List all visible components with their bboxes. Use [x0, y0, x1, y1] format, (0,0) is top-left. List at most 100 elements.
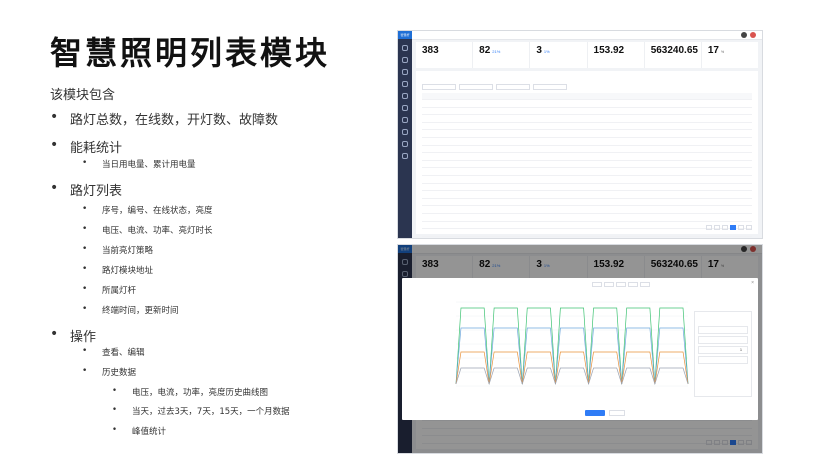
gear-icon[interactable] [402, 69, 408, 75]
bulb-icon[interactable] [402, 117, 408, 123]
device-list-item[interactable] [406, 337, 440, 347]
table-row[interactable] [422, 167, 752, 176]
table-row[interactable] [422, 175, 752, 184]
table-cell [642, 99, 664, 108]
peak-row[interactable] [698, 326, 748, 334]
table-cell [686, 183, 708, 192]
table-row[interactable] [422, 122, 752, 131]
table-cell [620, 236, 642, 238]
home-icon[interactable] [402, 129, 408, 135]
device-list-item[interactable] [406, 347, 440, 357]
table-cell [576, 160, 598, 169]
table-row[interactable] [422, 236, 752, 238]
range-button[interactable] [604, 282, 614, 287]
table-cell [708, 129, 730, 138]
table-cell [444, 175, 466, 184]
range-button[interactable] [592, 282, 602, 287]
outline-text: 操作 [70, 330, 97, 345]
menu-icon[interactable] [402, 45, 408, 51]
table-cell [532, 160, 554, 169]
table-cell [532, 167, 554, 176]
range-button[interactable] [628, 282, 638, 287]
table-cell [730, 213, 752, 222]
filter-select-3[interactable] [496, 84, 530, 90]
chart-icon[interactable] [402, 153, 408, 159]
device-list-item[interactable] [406, 299, 440, 309]
outline-text: 路灯列表 [70, 184, 123, 199]
user-avatar[interactable] [741, 32, 747, 38]
table-row[interactable] [422, 228, 752, 237]
table-row[interactable] [422, 190, 752, 199]
device-list-item[interactable] [406, 309, 440, 319]
table-cell [554, 205, 576, 214]
device-list-item[interactable] [406, 356, 440, 366]
table-cell [466, 152, 488, 161]
table-cell [686, 160, 708, 169]
page-button[interactable] [722, 225, 728, 230]
table-cell [620, 160, 642, 169]
table-row[interactable] [422, 137, 752, 146]
table-row[interactable] [422, 114, 752, 123]
device-list-item[interactable] [406, 375, 440, 385]
table-cell [642, 221, 664, 230]
table-cell [510, 183, 532, 192]
filter-select-2[interactable] [459, 84, 493, 90]
table-cell [620, 205, 642, 214]
table-cell [708, 160, 730, 169]
table-cell [422, 99, 444, 108]
monitor-icon[interactable] [402, 93, 408, 99]
table-row[interactable] [422, 99, 752, 108]
peak-row[interactable]: 1 [698, 346, 748, 354]
device-list-item[interactable] [406, 318, 440, 328]
table-row[interactable] [422, 129, 752, 138]
notification-icon[interactable] [750, 32, 756, 38]
page-button[interactable] [706, 225, 712, 230]
range-button[interactable] [616, 282, 626, 287]
range-button[interactable] [640, 282, 650, 287]
device-list-item[interactable] [406, 366, 440, 376]
table-row[interactable] [422, 160, 752, 169]
table-row[interactable] [422, 107, 752, 116]
table-row[interactable] [422, 213, 752, 222]
table-cell [620, 122, 642, 131]
table-cell [730, 152, 752, 161]
page-button[interactable] [714, 225, 720, 230]
table-row[interactable] [422, 145, 752, 154]
table-cell [598, 221, 620, 230]
table-cell [598, 99, 620, 108]
table-cell [444, 114, 466, 123]
cancel-button[interactable] [609, 410, 625, 416]
outline-text: 路灯总数，在线数，开灯数、故障数 [70, 113, 279, 128]
page-button[interactable] [738, 225, 744, 230]
table-cell [730, 183, 752, 192]
filter-select-1[interactable] [422, 84, 456, 90]
outline-text: 电压、电流、功率、亮灯时长 [102, 226, 213, 236]
table-cell [708, 205, 730, 214]
table-row[interactable] [422, 205, 752, 214]
table-cell [642, 213, 664, 222]
page-button[interactable] [746, 225, 752, 230]
table-cell [554, 152, 576, 161]
grid-icon[interactable] [402, 57, 408, 63]
confirm-button[interactable] [585, 410, 605, 416]
table-row[interactable] [422, 183, 752, 192]
close-icon[interactable]: × [751, 280, 754, 286]
table-cell [730, 107, 752, 116]
table-row[interactable] [422, 152, 752, 161]
table-cell [598, 114, 620, 123]
camera-icon[interactable] [402, 81, 408, 87]
power-icon[interactable] [402, 105, 408, 111]
device-list-item[interactable] [406, 328, 440, 338]
peak-row[interactable] [698, 336, 748, 344]
table-cell [642, 198, 664, 207]
table-row[interactable] [422, 198, 752, 207]
pin-icon[interactable] [402, 141, 408, 147]
table-cell [466, 145, 488, 154]
page-button[interactable] [730, 225, 736, 230]
device-list-item[interactable] [406, 385, 440, 395]
table-cell [532, 221, 554, 230]
table-cell [664, 129, 686, 138]
peak-row[interactable] [698, 356, 748, 364]
filter-select-4[interactable] [533, 84, 567, 90]
table-row[interactable] [422, 221, 752, 230]
